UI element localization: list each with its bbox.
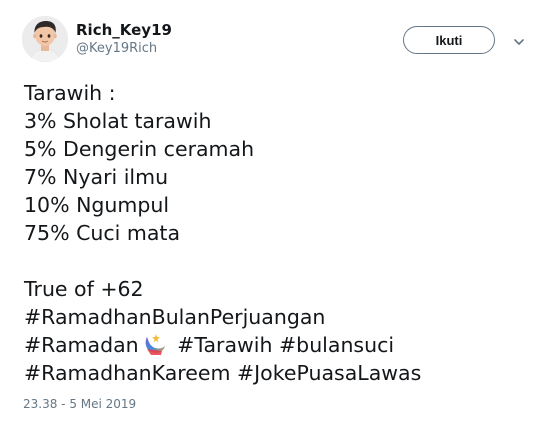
- follow-button-label: Ikuti: [435, 32, 463, 48]
- tweet-text: Tarawih : 3% Sholat tarawih 5% Dengerin …: [24, 79, 421, 387]
- tweet-line: 75% Cuci mata: [24, 221, 181, 245]
- tweet-line: 5% Dengerin ceramah: [24, 137, 255, 161]
- hashtag-line-last[interactable]: #RamadhanKareem #JokePuasaLawas: [24, 359, 421, 387]
- memoji-avatar-icon: [22, 16, 68, 62]
- user-handle[interactable]: @Key19Rich: [76, 41, 157, 56]
- chevron-down-icon[interactable]: [511, 34, 527, 50]
- tweet-line: 7% Nyari ilmu: [24, 165, 169, 189]
- avatar[interactable]: [22, 16, 68, 62]
- follow-button[interactable]: Ikuti: [403, 26, 495, 54]
- tweet-line-hashtags: #Ramadan #Tarawih #bulansuci: [24, 331, 421, 359]
- timestamp[interactable]: 23.38 - 5 Mei 2019: [23, 397, 136, 411]
- tweet-line: 3% Sholat tarawih: [24, 109, 212, 133]
- hashtag-ramadan[interactable]: #Ramadan: [24, 333, 139, 357]
- tweet-card: Rich_Key19 @Key19Rich Ikuti Tarawih : 3%…: [0, 0, 554, 426]
- tweet-line: 10% Ngumpul: [24, 193, 170, 217]
- crescent-moon-emoji-icon: [141, 331, 167, 357]
- hashtag-tarawih-bulansuci[interactable]: #Tarawih #bulansuci: [177, 333, 394, 357]
- display-name[interactable]: Rich_Key19: [76, 21, 172, 39]
- tweet-line: True of +62: [24, 277, 144, 301]
- tweet-line: Tarawih :: [24, 81, 116, 105]
- hashtag-link[interactable]: #RamadhanBulanPerjuangan: [24, 303, 421, 331]
